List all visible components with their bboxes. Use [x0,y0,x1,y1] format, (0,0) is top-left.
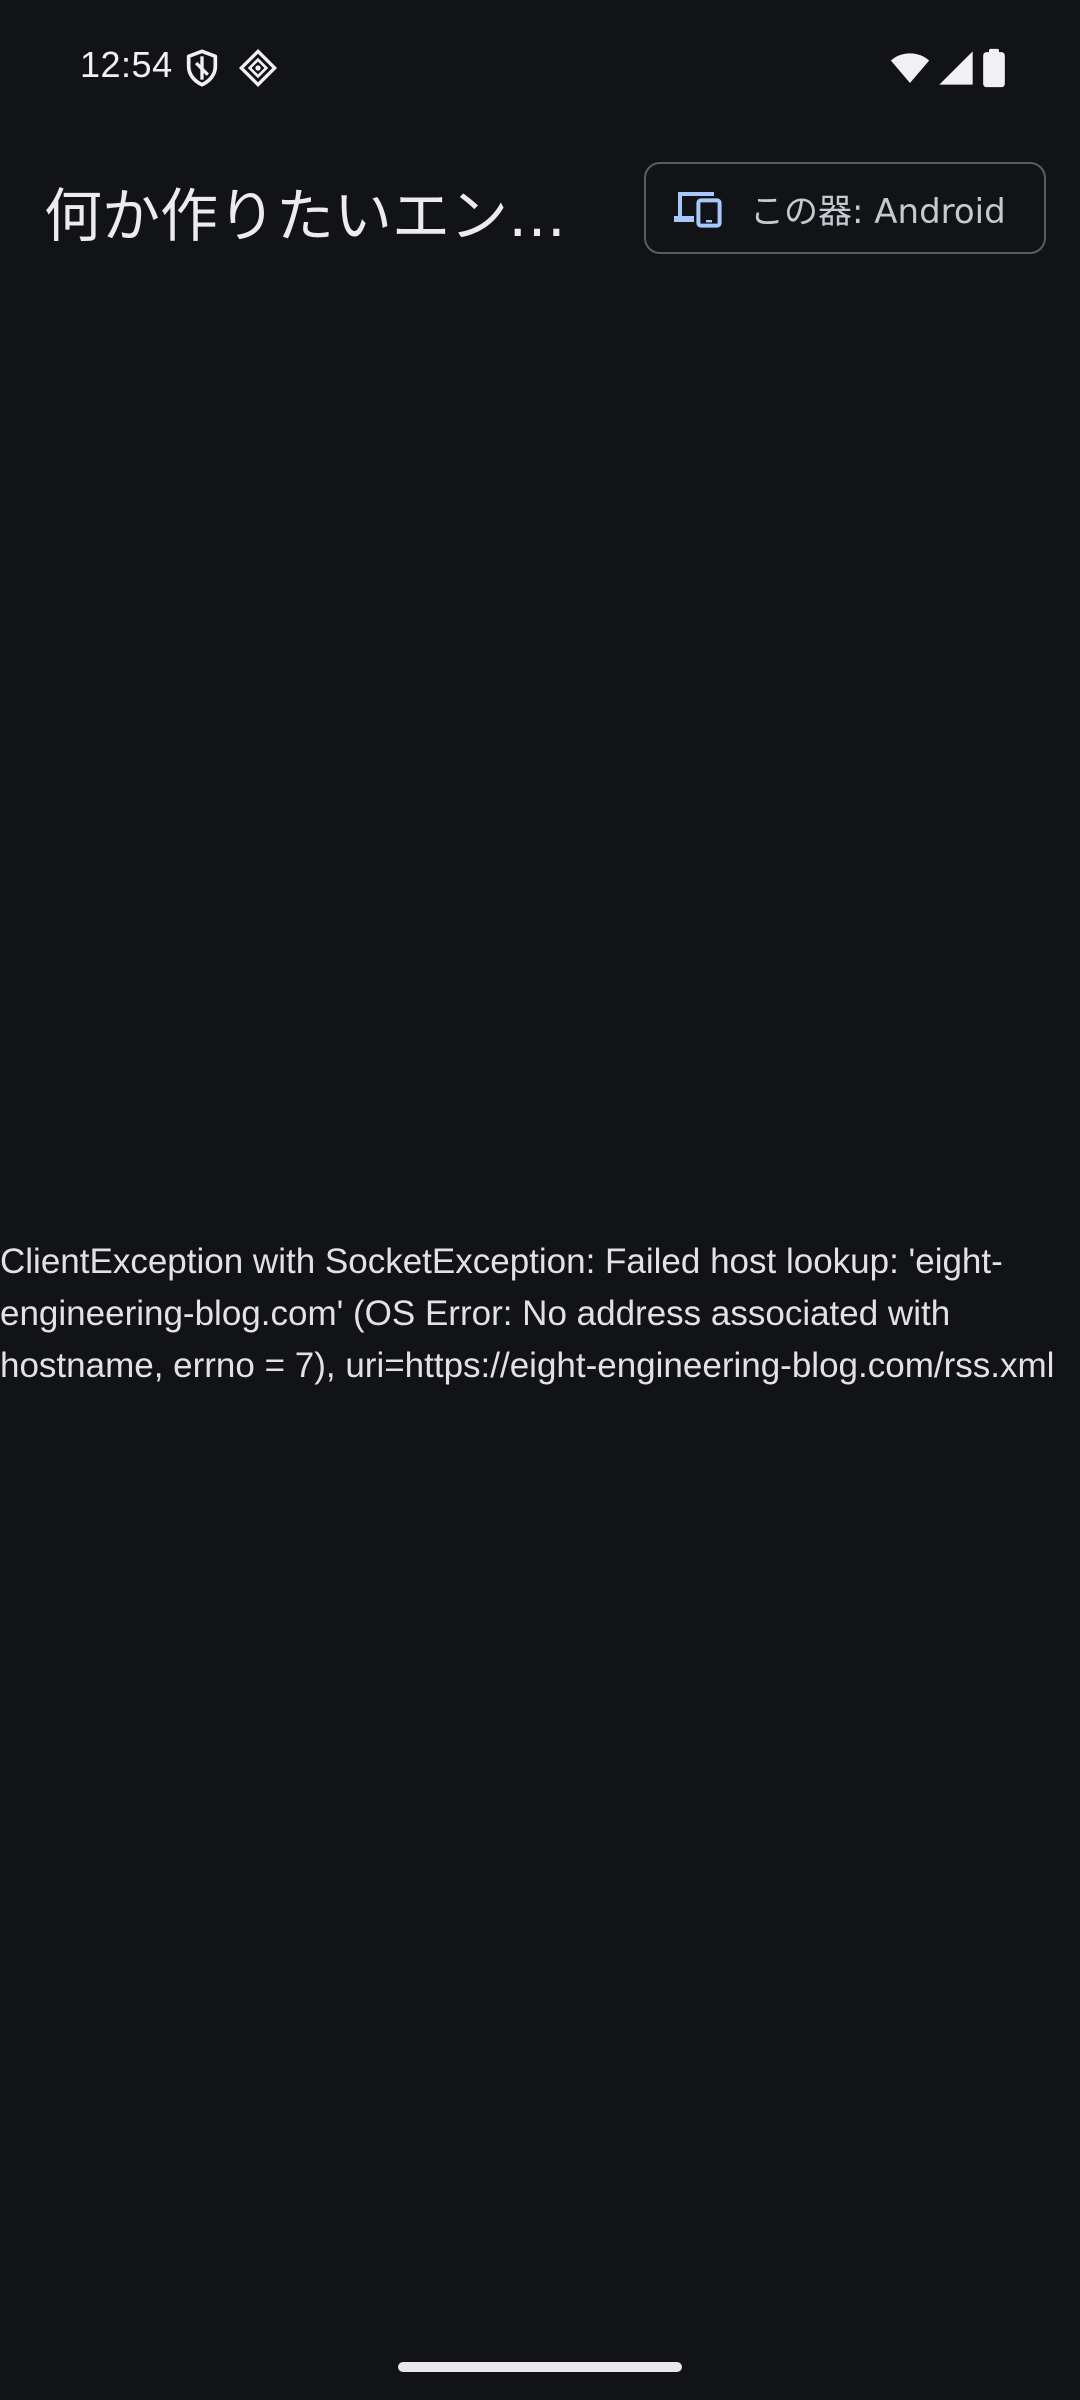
battery-icon [978,48,1010,88]
vpn-shield-icon [182,48,222,88]
devices-icon [672,188,724,228]
device-selector-button[interactable]: この器: Android [644,162,1046,254]
page-title: 何か作りたいエン… [44,182,567,250]
error-message: ClientException with SocketException: Fa… [0,1242,1055,1385]
screen: 12:54 何か作りたいエン… この器: Android ClientExcep… [0,0,1080,2400]
app-bar: 何か作りたいエン… この器: Android [0,150,1080,280]
gesture-nav-handle[interactable] [398,2362,682,2372]
wifi-icon [888,48,932,88]
status-bar: 12:54 [0,0,1080,130]
app-notification-icon [238,48,278,88]
status-time: 12:54 [80,44,173,85]
cell-signal-icon [936,48,976,88]
device-selector-label: この器: Android [750,191,1006,232]
